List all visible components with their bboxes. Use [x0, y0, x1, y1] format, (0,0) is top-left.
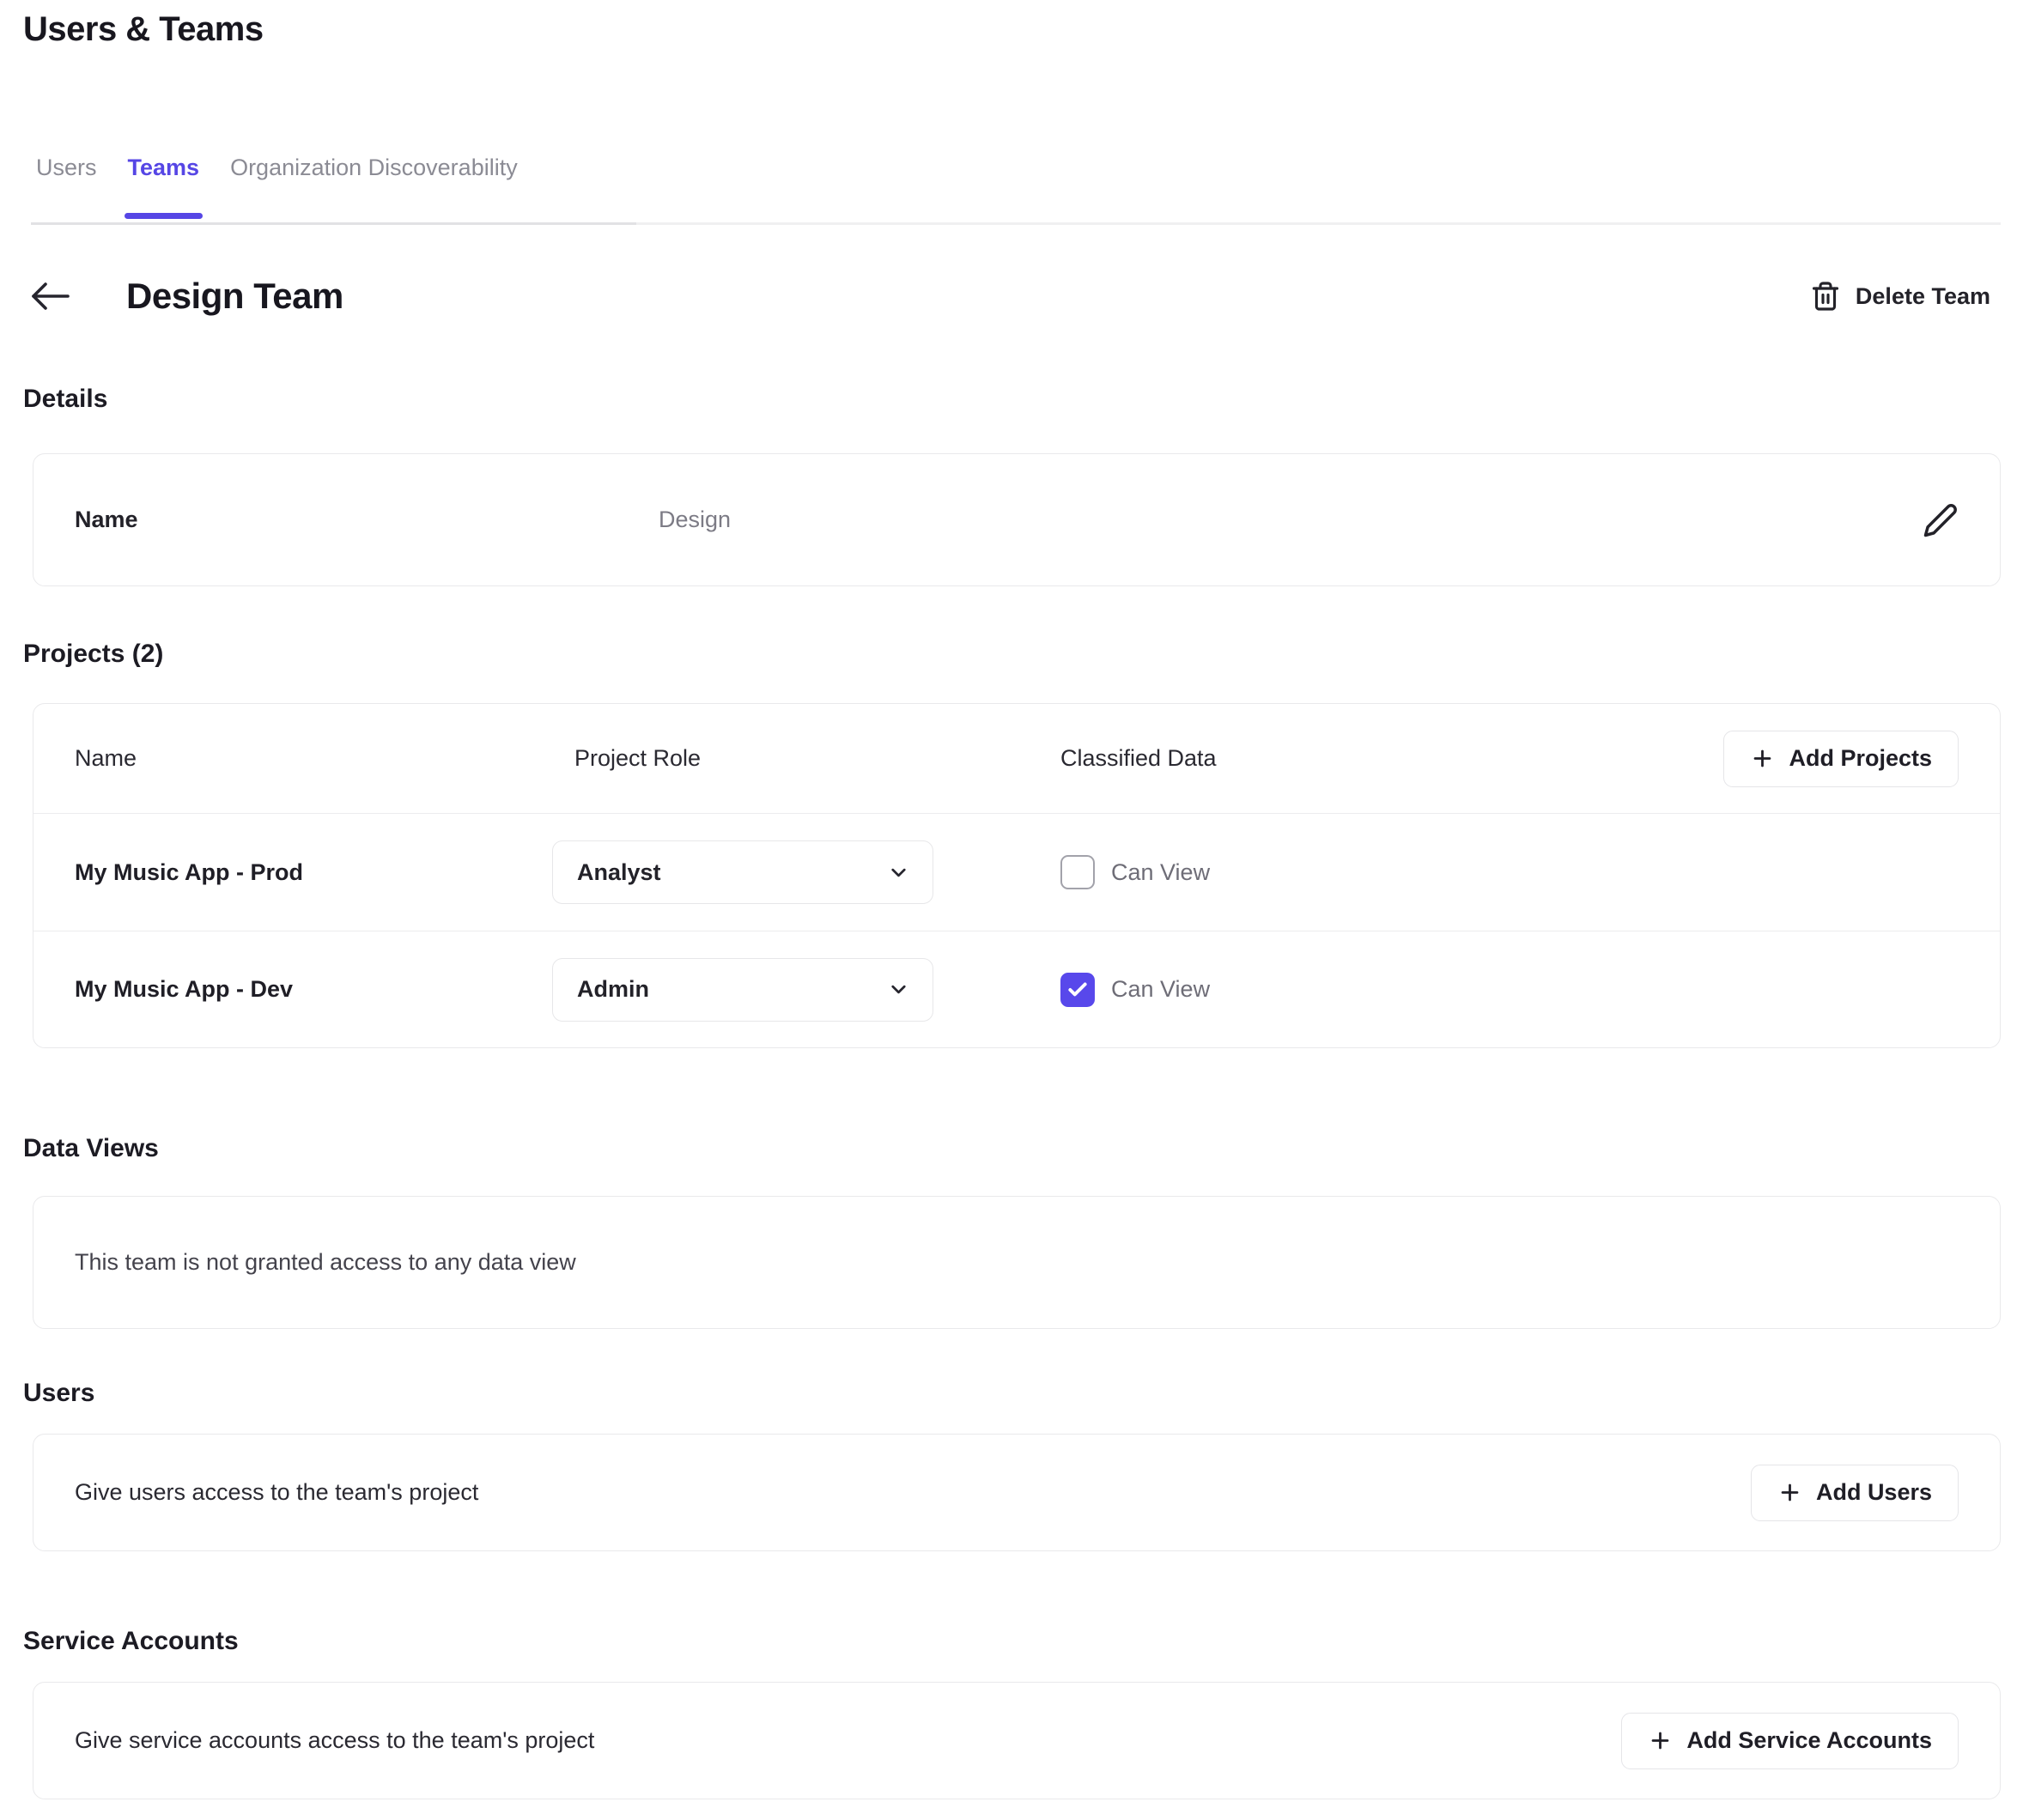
project-name: My Music App - Dev [75, 976, 552, 1003]
data-views-card: This team is not granted access to any d… [33, 1196, 2001, 1329]
chevron-down-icon [887, 978, 910, 1001]
can-view-checkbox-prod[interactable] [1060, 855, 1095, 889]
add-service-accounts-button[interactable]: Add Service Accounts [1621, 1713, 1959, 1769]
can-view-label: Can View [1111, 859, 1210, 886]
can-view-checkbox-dev[interactable] [1060, 973, 1095, 1007]
projects-heading: Projects (2) [23, 640, 2001, 670]
project-role-select-dev[interactable]: Admin [552, 958, 933, 1022]
check-icon [1066, 861, 1089, 883]
add-service-accounts-label: Add Service Accounts [1686, 1727, 1932, 1754]
details-heading: Details [23, 385, 2001, 416]
users-teams-page: Users & Teams Users Teams Organization D… [0, 0, 2023, 1820]
plus-icon [1777, 1480, 1802, 1505]
add-users-label: Add Users [1816, 1479, 1932, 1506]
plus-icon [1648, 1728, 1673, 1753]
can-view-label: Can View [1111, 976, 1210, 1003]
tab-teams[interactable]: Teams [128, 155, 200, 222]
back-button[interactable] [23, 273, 76, 319]
service-accounts-card: Give service accounts access to the team… [33, 1682, 2001, 1799]
project-row-dev: My Music App - Dev Admin [33, 931, 2000, 1047]
projects-card: Name Project Role Classified Data Add Pr… [33, 703, 2001, 1048]
team-title: Design Team [126, 276, 343, 317]
users-card: Give users access to the team's project … [33, 1434, 2001, 1551]
team-header: Design Team Delete Team [23, 270, 2001, 323]
delete-team-button[interactable]: Delete Team [1810, 280, 1990, 312]
tab-divider [31, 222, 2001, 225]
data-views-empty-text: This team is not granted access to any d… [75, 1249, 576, 1276]
tab-organization-discoverability[interactable]: Organization Discoverability [230, 155, 518, 222]
column-header-classified-data: Classified Data [1060, 745, 1723, 772]
tab-bar: Users Teams Organization Discoverability [23, 155, 2001, 222]
classified-data-cell: Can View [1060, 855, 1959, 889]
service-accounts-heading: Service Accounts [23, 1627, 2001, 1658]
page-title: Users & Teams [23, 10, 2001, 52]
project-role-select-prod[interactable]: Analyst [552, 840, 933, 904]
add-projects-label: Add Projects [1789, 745, 1932, 772]
plus-icon [1750, 746, 1775, 771]
classified-data-cell: Can View [1060, 973, 1959, 1007]
users-description: Give users access to the team's project [75, 1479, 478, 1506]
pencil-icon [1923, 502, 1959, 538]
data-views-heading: Data Views [23, 1134, 2001, 1165]
name-label: Name [75, 507, 659, 533]
column-header-project-role: Project Role [552, 745, 1060, 772]
name-field-row: Name Design [33, 454, 2000, 585]
delete-team-label: Delete Team [1856, 283, 1990, 310]
chevron-down-icon [887, 861, 910, 884]
projects-table-header: Name Project Role Classified Data Add Pr… [33, 704, 2000, 814]
users-heading: Users [23, 1379, 2001, 1410]
add-users-button[interactable]: Add Users [1751, 1465, 1959, 1521]
tab-users[interactable]: Users [36, 155, 97, 222]
add-projects-button[interactable]: Add Projects [1723, 731, 1959, 787]
check-icon [1066, 979, 1089, 1001]
column-header-name: Name [75, 745, 552, 772]
service-accounts-description: Give service accounts access to the team… [75, 1727, 594, 1754]
project-name: My Music App - Prod [75, 859, 552, 886]
project-role-value: Admin [577, 976, 649, 1003]
project-row-prod: My Music App - Prod Analyst [33, 814, 2000, 931]
name-value: Design [659, 507, 1919, 533]
project-role-value: Analyst [577, 859, 661, 886]
trash-icon [1810, 280, 1841, 312]
edit-name-button[interactable] [1919, 499, 1962, 542]
arrow-left-icon [28, 278, 71, 314]
details-card: Name Design [33, 453, 2001, 586]
